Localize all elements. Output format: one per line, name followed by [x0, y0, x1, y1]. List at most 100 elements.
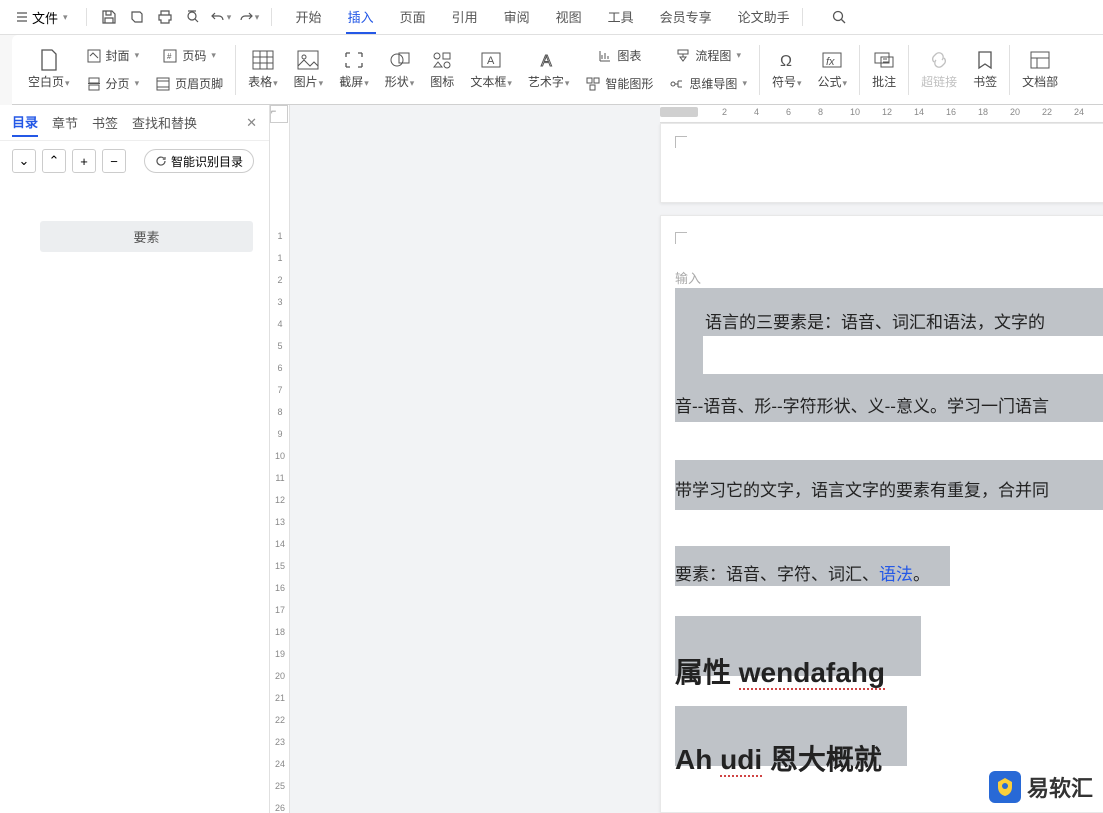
- ruler-tick: 22: [272, 715, 288, 725]
- page-number-button[interactable]: #页码▾: [147, 42, 231, 70]
- table-button[interactable]: 表格▾: [240, 47, 286, 92]
- picture-icon: [297, 49, 319, 71]
- ruler-tick: 26: [272, 803, 288, 813]
- smartart-icon: [585, 76, 601, 92]
- blank-page-icon: [38, 49, 60, 71]
- svg-text:A: A: [487, 55, 495, 67]
- tab-view[interactable]: 视图: [554, 1, 584, 34]
- spelling-error: udi: [720, 744, 762, 777]
- tab-page[interactable]: 页面: [398, 1, 428, 34]
- page-number-icon: #: [162, 48, 178, 64]
- close-icon[interactable]: ✕: [246, 115, 257, 131]
- ruler-tick: 16: [272, 583, 288, 593]
- docpart-button[interactable]: 文档部: [1014, 47, 1066, 92]
- bookmark-button[interactable]: 书签: [965, 47, 1005, 92]
- remove-button[interactable]: −: [102, 149, 126, 173]
- ruler-tick: 6: [272, 363, 288, 373]
- table-icon: [252, 49, 274, 71]
- equation-button[interactable]: fx公式▾: [810, 47, 856, 92]
- header-footer-icon: [155, 76, 171, 92]
- heading: 属性 wendafahg: [675, 651, 885, 691]
- add-button[interactable]: +: [72, 149, 96, 173]
- ruler-tick: 8: [818, 107, 823, 117]
- tab-review[interactable]: 审阅: [502, 1, 532, 34]
- tab-reference[interactable]: 引用: [450, 1, 480, 34]
- ruler-tick: 23: [272, 737, 288, 747]
- ruler-tick: 19: [272, 649, 288, 659]
- redo-button[interactable]: ▾: [237, 5, 261, 29]
- smartart-button[interactable]: 智能图形: [577, 70, 661, 98]
- blank-page-button[interactable]: 空白页▾: [20, 42, 78, 98]
- chart-button[interactable]: 图表: [577, 42, 661, 70]
- ruler-tick: 20: [1010, 107, 1020, 117]
- tab-tools[interactable]: 工具: [606, 1, 636, 34]
- refresh-icon: [155, 155, 167, 167]
- flowchart-button[interactable]: 流程图▾: [661, 42, 755, 70]
- tab-membership[interactable]: 会员专享: [658, 1, 714, 34]
- ruler-tick: 6: [786, 107, 791, 117]
- print-preview-button[interactable]: [125, 5, 149, 29]
- search-button[interactable]: [831, 9, 847, 25]
- page-1[interactable]: [660, 123, 1103, 203]
- nav-tab-toc[interactable]: 目录: [12, 108, 38, 137]
- undo-button[interactable]: ▾: [209, 5, 233, 29]
- separator: [86, 8, 87, 26]
- expand-button[interactable]: ⌃: [42, 149, 66, 173]
- nav-tab-find-replace[interactable]: 查找和替换: [132, 109, 197, 136]
- page-margin-mark-icon: [675, 232, 687, 244]
- text-line: 带学习它的文字，语言文字的要素有重复，合并同: [675, 482, 1049, 499]
- svg-text:fx: fx: [826, 56, 835, 68]
- mindmap-button[interactable]: 思维导图▾: [661, 70, 755, 98]
- page-break-button[interactable]: 分页▾: [78, 70, 148, 98]
- ruler-tick: 4: [272, 319, 288, 329]
- preview-button[interactable]: [181, 5, 205, 29]
- ruler-tick: 15: [272, 561, 288, 571]
- file-menu-button[interactable]: 文件 ▾: [8, 4, 76, 31]
- mindmap-icon: [669, 76, 685, 92]
- wordart-button[interactable]: A艺术字▾: [520, 47, 578, 92]
- page-2[interactable]: 输入 语言的三要素是：语音、词汇和语法，文字的 音--语音、形--字符形状、义-…: [660, 215, 1103, 813]
- comment-button[interactable]: 批注: [864, 47, 904, 92]
- picture-button[interactable]: 图片▾: [286, 47, 332, 92]
- icon-icon: [431, 49, 453, 71]
- watermark-text: 易软汇: [1027, 771, 1093, 803]
- print-button[interactable]: [153, 5, 177, 29]
- shape-icon: [389, 49, 411, 71]
- ruler-tick: 1: [272, 231, 288, 241]
- nav-tab-sections[interactable]: 章节: [52, 109, 78, 136]
- tab-thesis-helper[interactable]: 论文助手: [736, 1, 792, 34]
- tab-insert[interactable]: 插入: [346, 1, 376, 34]
- docpart-icon: [1029, 49, 1051, 71]
- ruler-tick: 5: [272, 341, 288, 351]
- symbol-button[interactable]: Ω符号▾: [764, 47, 810, 92]
- hyperlink-button[interactable]: 超链接: [913, 47, 965, 92]
- symbol-icon: Ω: [776, 49, 798, 71]
- textbox-button[interactable]: A文本框▾: [462, 47, 520, 92]
- smart-toc-button[interactable]: 智能识别目录: [144, 149, 254, 173]
- cover-button[interactable]: 封面▾: [78, 42, 148, 70]
- plus-icon: +: [80, 154, 88, 169]
- navigation-pane: 目录 章节 书签 查找和替换 ✕ ⌄ ⌃ + − 智能识别目录 要素: [0, 105, 270, 813]
- ruler-tick: 10: [850, 107, 860, 117]
- svg-text:A: A: [541, 53, 552, 70]
- screenshot-button[interactable]: 截屏▾: [331, 47, 377, 92]
- ruler-tick: 10: [272, 451, 288, 461]
- hyperlink-text[interactable]: 语法: [879, 565, 913, 584]
- nav-tab-bookmarks[interactable]: 书签: [92, 109, 118, 136]
- document-canvas[interactable]: 24681012141618202224 输入 语言的三要素是：语音、词汇和语法…: [290, 105, 1103, 813]
- icon-button[interactable]: 图标: [422, 47, 462, 92]
- toc-list: 要素: [0, 181, 269, 252]
- wordart-icon: A: [538, 49, 560, 71]
- tab-start[interactable]: 开始: [294, 1, 324, 34]
- header-footer-button[interactable]: 页眉页脚: [147, 70, 231, 98]
- page-margin-mark-icon: [675, 136, 687, 148]
- ruler-tick: 8: [272, 407, 288, 417]
- shape-button[interactable]: 形状▾: [377, 47, 423, 92]
- input-placeholder: 输入: [675, 268, 701, 287]
- ruler-tick: 9: [272, 429, 288, 439]
- bookmark-icon: [974, 49, 996, 71]
- collapse-button[interactable]: ⌄: [12, 149, 36, 173]
- save-button[interactable]: [97, 5, 121, 29]
- toc-item[interactable]: 要素: [40, 221, 253, 252]
- heading: Ah udi 恩大概就: [675, 738, 882, 778]
